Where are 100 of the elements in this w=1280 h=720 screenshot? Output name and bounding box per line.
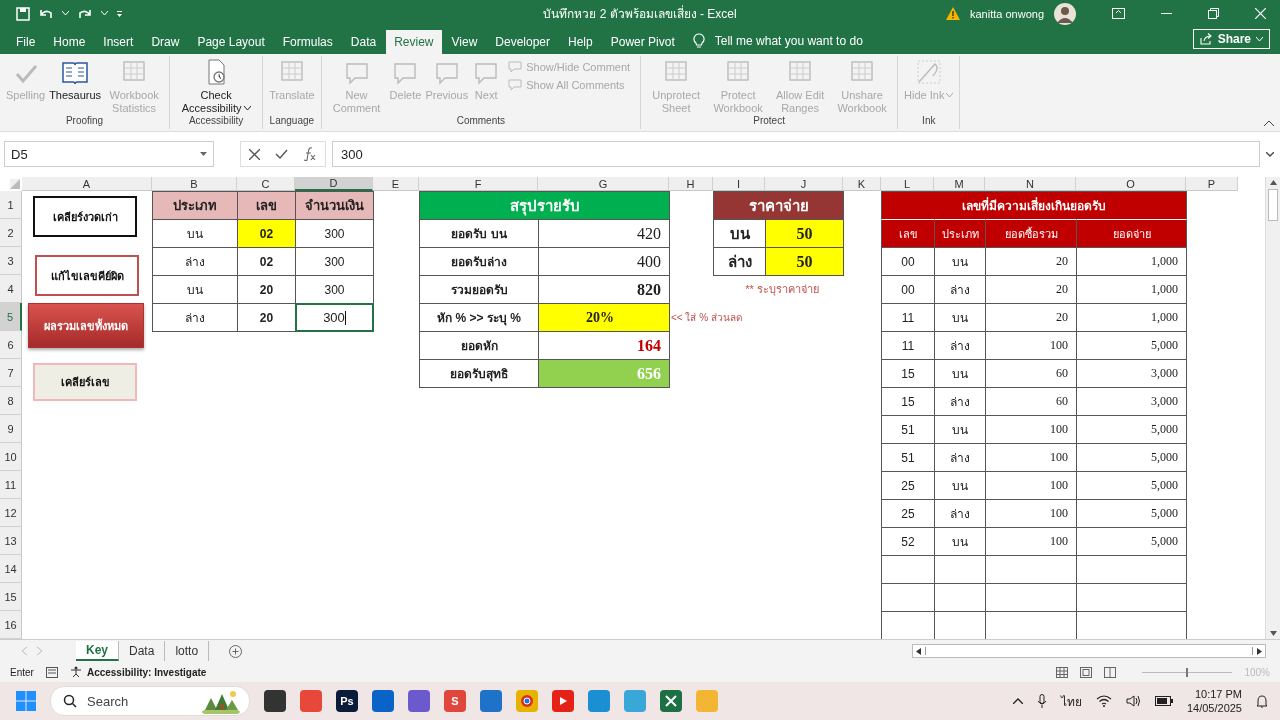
column-header[interactable]: M — [934, 177, 985, 192]
search-field[interactable]: Search — [50, 686, 250, 717]
row-header[interactable]: 11 — [0, 471, 22, 500]
user-name[interactable]: kanitta onwong — [970, 7, 1044, 20]
column-header[interactable]: P — [1186, 177, 1238, 192]
scroll-down-icon[interactable] — [1269, 631, 1277, 637]
row-header[interactable]: 10 — [0, 443, 22, 472]
macro-button[interactable]: เคลียร์เลข — [33, 363, 137, 402]
add-sheet-icon[interactable] — [229, 644, 243, 658]
column-header[interactable]: G — [538, 177, 669, 192]
sheet-tab[interactable]: Key — [76, 641, 119, 662]
page-break-icon[interactable] — [1104, 666, 1117, 678]
scroll-left-icon[interactable] — [916, 647, 921, 655]
column-header[interactable]: F — [419, 177, 538, 192]
column-header[interactable]: O — [1076, 177, 1186, 192]
row-header[interactable]: 7 — [0, 359, 22, 388]
ribbon-button[interactable]: Check Accessibility — [174, 57, 259, 116]
sheet-tab[interactable]: Data — [119, 641, 166, 662]
ribbon-tab[interactable]: File — [8, 29, 44, 54]
row-header[interactable]: 12 — [0, 499, 22, 528]
collapse-icon[interactable] — [1264, 120, 1274, 127]
macro-button[interactable]: ผลรวมเลขทั้งหมด — [28, 303, 144, 349]
ribbon-tab[interactable]: Power Pivot — [602, 29, 683, 54]
row-header[interactable]: 3 — [0, 247, 22, 276]
column-header[interactable]: B — [152, 177, 237, 192]
name-box[interactable]: D5 — [4, 141, 214, 168]
macro-record-icon[interactable] — [45, 666, 58, 678]
windows-start-icon[interactable] — [16, 691, 36, 712]
ribbon-tab[interactable]: Page Layout — [189, 29, 273, 54]
row-header[interactable]: 8 — [0, 387, 22, 416]
restore-icon[interactable] — [1208, 8, 1219, 20]
row-header[interactable]: 9 — [0, 415, 22, 444]
expand-icon[interactable] — [1266, 151, 1274, 157]
check-icon[interactable] — [275, 149, 288, 160]
scroll-up-icon[interactable] — [1269, 180, 1277, 186]
row-header[interactable]: 15 — [0, 583, 22, 612]
minimize-icon[interactable] — [1161, 12, 1172, 15]
horizontal-scrollbar[interactable] — [912, 644, 1266, 659]
cancel-icon[interactable] — [248, 148, 260, 160]
column-header[interactable]: J — [765, 177, 843, 192]
share-button[interactable]: Share — [1192, 29, 1270, 50]
save-icon[interactable] — [16, 6, 30, 21]
ribbon-tab[interactable]: View — [443, 29, 486, 54]
wifi-icon[interactable] — [1095, 695, 1112, 708]
sheet-tab[interactable]: lotto — [165, 641, 210, 662]
column-header[interactable]: K — [843, 177, 881, 192]
tray-caret-icon[interactable] — [1012, 698, 1023, 705]
taskbar-app-icon[interactable] — [660, 690, 682, 713]
caret-icon[interactable] — [62, 11, 69, 17]
scroll-right-icon[interactable] — [1257, 647, 1262, 655]
close-icon[interactable] — [1255, 8, 1266, 20]
ribbon-tab[interactable]: Home — [45, 29, 94, 54]
column-header[interactable]: D — [295, 177, 373, 192]
ribbon-tab[interactable]: Help — [560, 29, 601, 54]
column-header[interactable]: N — [985, 177, 1076, 192]
normal-view-icon[interactable] — [1056, 666, 1069, 678]
ribbon-tab[interactable]: Insert — [95, 29, 142, 54]
row-header[interactable]: 16 — [0, 611, 22, 640]
battery-icon[interactable] — [1154, 696, 1173, 707]
column-header[interactable]: I — [713, 177, 765, 192]
row-header[interactable]: 13 — [0, 527, 22, 556]
tell-me-field[interactable]: Tell me what you want to do — [714, 33, 863, 48]
taskbar-app-icon[interactable] — [264, 690, 286, 713]
function-icon[interactable] — [303, 147, 318, 162]
row-header[interactable]: 2 — [0, 219, 22, 248]
row-header[interactable]: 14 — [0, 555, 22, 584]
formula-field[interactable]: 300 — [332, 141, 1260, 168]
ribbon-tab[interactable]: Data — [342, 29, 385, 54]
ribbon-display-icon[interactable] — [1112, 8, 1125, 20]
caret-icon[interactable] — [101, 11, 108, 17]
row-header[interactable]: 6 — [0, 331, 22, 360]
accessibility-icon[interactable] — [69, 666, 83, 679]
language-indicator[interactable]: ไทย — [1060, 691, 1082, 711]
column-header[interactable]: H — [669, 177, 713, 192]
taskbar-app-icon[interactable]: S — [444, 690, 466, 713]
column-header[interactable]: C — [237, 177, 295, 192]
taskbar-app-icon[interactable] — [552, 690, 574, 713]
vertical-scrollbar[interactable] — [1265, 177, 1280, 640]
ribbon-button[interactable]: Thesaurus — [47, 57, 104, 116]
column-header[interactable]: L — [881, 177, 934, 192]
ribbon-tab[interactable]: Developer — [487, 29, 558, 54]
speaker-icon[interactable] — [1125, 695, 1141, 708]
scrollbar-thumb[interactable] — [1268, 189, 1278, 222]
page-layout-icon[interactable] — [1080, 666, 1093, 678]
column-header[interactable]: A — [22, 177, 152, 192]
ribbon-tab[interactable]: Formulas — [274, 29, 341, 54]
notification-icon[interactable] — [1256, 694, 1268, 708]
row-header[interactable]: 1 — [0, 191, 22, 220]
macro-button[interactable]: แก้ไขเลขคีย์ผิด — [35, 255, 139, 297]
ribbon-tab[interactable]: Review — [386, 29, 442, 54]
accessibility-status[interactable]: Accessibility: Investigate — [86, 666, 207, 678]
row-header[interactable]: 4 — [0, 275, 22, 304]
ribbon-tab[interactable]: Draw — [143, 29, 188, 54]
taskbar-app-icon[interactable] — [372, 690, 394, 713]
macro-button[interactable]: เคลียร์งวดเก่า — [33, 196, 137, 238]
zoom-slider-thumb[interactable] — [1186, 667, 1189, 677]
avatar[interactable] — [1054, 2, 1076, 25]
customize-icon[interactable] — [116, 9, 123, 18]
row-header[interactable]: 5 — [0, 303, 22, 332]
column-header[interactable]: E — [373, 177, 419, 192]
